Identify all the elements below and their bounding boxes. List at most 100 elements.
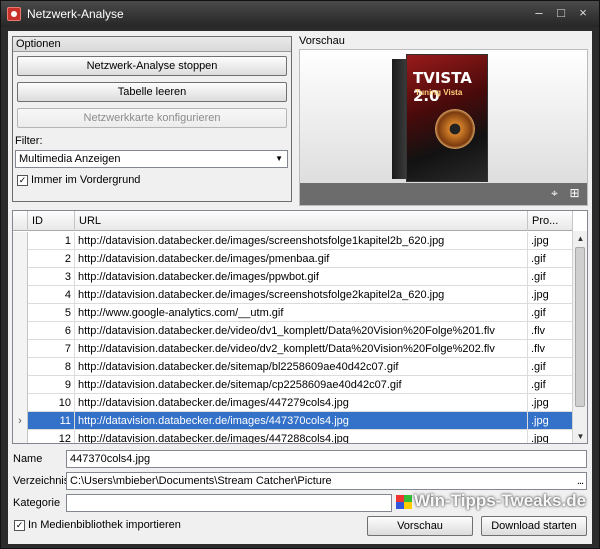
pro-cell: .jpg [531, 397, 549, 409]
title-bar[interactable]: Netzwerk-Analyse – □ × [1, 1, 599, 27]
pro-cell: .flv [531, 325, 546, 337]
directory-label: Verzeichnis [13, 475, 70, 487]
download-start-button[interactable]: Download starten [481, 516, 587, 536]
product-subtitle: Tuning Vista [415, 88, 463, 97]
row-header-cell[interactable] [13, 304, 28, 322]
disc-graphic [435, 109, 475, 149]
scrollbar-thumb[interactable] [575, 247, 585, 407]
table-row[interactable]: 3 http://datavision.databecker.de/images/… [13, 268, 573, 286]
name-label: Name [13, 453, 43, 465]
table-row[interactable]: 1 http://datavision.databecker.de/images/… [13, 232, 573, 250]
window-controls: – □ × [531, 6, 591, 22]
row-header-cell[interactable] [13, 268, 28, 286]
id-cell: 4 [28, 286, 75, 304]
close-icon[interactable]: × [575, 6, 591, 22]
url-table: ID URL Pro... 1 http://datavision.databec… [12, 210, 588, 444]
filter-select-value: Multimedia Anzeigen [19, 153, 121, 165]
configure-network-card-button[interactable]: Netzwerkkarte konfigurieren [17, 108, 287, 128]
row-header-cell[interactable] [13, 358, 28, 376]
window-title: Netzwerk-Analyse [27, 7, 124, 21]
table-row[interactable]: 8 http://datavision.databecker.de/sitemap… [13, 358, 573, 376]
row-header-column [13, 211, 28, 231]
row-header-cell[interactable] [13, 394, 28, 412]
table-header: ID URL Pro... [13, 211, 573, 231]
table-row[interactable]: 2 http://datavision.databecker.de/images/… [13, 250, 573, 268]
url-cell: http://datavision.databecker.de/video/dv… [75, 340, 528, 358]
table-row[interactable]: 12 http://datavision.databecker.de/images… [13, 430, 573, 444]
category-label: Kategorie [13, 497, 61, 509]
preview-button[interactable]: Vorschau [367, 516, 473, 536]
table-row[interactable]: › 11 http://datavision.databecker.de/image… [13, 412, 573, 430]
pro-cell: .gif [531, 271, 546, 283]
import-library-label: In Medienbibliothek importieren [28, 519, 181, 531]
pro-cell: .flv [531, 343, 546, 355]
id-cell: 1 [28, 232, 75, 250]
options-group: Optionen Netzwerk-Analyse stoppen Tabell… [12, 36, 292, 202]
watermark: Win-Tipps-Tweaks.de [414, 491, 587, 510]
table-row[interactable]: 9 http://datavision.databecker.de/sitemap… [13, 376, 573, 394]
table-body: 1 http://datavision.databecker.de/images/… [13, 232, 573, 444]
preview-label: Vorschau [299, 35, 345, 47]
pro-cell: .gif [531, 307, 546, 319]
app-window: Netzwerk-Analyse – □ × Optionen Netzwerk… [0, 0, 600, 549]
id-cell: 3 [28, 268, 75, 286]
pro-cell: .gif [531, 361, 546, 373]
row-header-cell[interactable] [13, 430, 28, 443]
app-icon [7, 7, 21, 21]
product-box-image: TVISTA 2.0 Tuning Vista [392, 54, 492, 182]
name-field[interactable]: 447370cols4.jpg [66, 450, 587, 468]
url-cell: http://datavision.databecker.de/video/dv… [75, 322, 528, 340]
options-header: Optionen [13, 37, 291, 52]
name-field-value: 447370cols4.jpg [70, 453, 151, 465]
clear-table-button[interactable]: Tabelle leeren [17, 82, 287, 102]
pro-cell: .gif [531, 379, 546, 391]
id-cell: 9 [28, 376, 75, 394]
url-cell: http://datavision.databecker.de/images/p… [75, 250, 528, 268]
product-box-front: TVISTA 2.0 Tuning Vista [406, 54, 488, 182]
table-row[interactable]: 10 http://datavision.databecker.de/images… [13, 394, 573, 412]
url-cell: http://datavision.databecker.de/sitemap/… [75, 376, 528, 394]
row-header-cell[interactable] [13, 250, 28, 268]
id-cell: 10 [28, 394, 75, 412]
table-row[interactable]: 7 http://datavision.databecker.de/video/d… [13, 340, 573, 358]
fit-to-window-icon[interactable]: ⌖ [548, 187, 561, 200]
table-row[interactable]: 4 http://datavision.databecker.de/images/… [13, 286, 573, 304]
directory-field-value: C:\Users\mbieber\Documents\Stream Catche… [70, 475, 332, 487]
stop-analysis-button[interactable]: Netzwerk-Analyse stoppen [17, 56, 287, 76]
product-box-side [392, 59, 406, 179]
maximize-icon[interactable]: □ [553, 6, 569, 22]
url-cell: http://datavision.databecker.de/images/p… [75, 268, 528, 286]
row-header-cell[interactable] [13, 376, 28, 394]
column-header-pro[interactable]: Pro... [528, 211, 573, 231]
always-on-top-checkbox[interactable]: ✓ [17, 175, 28, 186]
browse-button[interactable]: ... [577, 473, 584, 489]
row-header-cell[interactable] [13, 286, 28, 304]
filter-label: Filter: [15, 135, 43, 147]
import-library-checkbox[interactable]: ✓ [14, 520, 25, 531]
url-cell: http://www.google-analytics.com/__utm.gi… [75, 304, 528, 322]
pro-cell: .jpg [531, 415, 549, 427]
id-cell: 8 [28, 358, 75, 376]
preview-panel: TVISTA 2.0 Tuning Vista ⌖ ⊞ [299, 49, 588, 206]
row-header-cell[interactable] [13, 340, 28, 358]
vertical-scrollbar[interactable]: ▲ ▼ [572, 231, 587, 443]
filter-select[interactable]: Multimedia Anzeigen ▼ [15, 150, 288, 168]
scroll-up-icon[interactable]: ▲ [573, 231, 587, 246]
minimize-icon[interactable]: – [531, 6, 547, 22]
scroll-down-icon[interactable]: ▼ [573, 429, 587, 443]
column-header-id[interactable]: ID [28, 211, 75, 231]
client-area: Optionen Netzwerk-Analyse stoppen Tabell… [8, 31, 592, 544]
url-cell: http://datavision.databecker.de/images/4… [75, 430, 528, 443]
id-cell: 7 [28, 340, 75, 358]
fullscreen-icon[interactable]: ⊞ [568, 187, 581, 200]
pro-cell: .jpg [531, 433, 549, 444]
row-header-cell[interactable] [13, 232, 28, 250]
row-header-cell[interactable] [13, 322, 28, 340]
table-row[interactable]: 6 http://datavision.databecker.de/video/d… [13, 322, 573, 340]
table-row[interactable]: 5 http://www.google-analytics.com/__utm.g… [13, 304, 573, 322]
row-header-cell[interactable]: › [13, 412, 28, 430]
column-header-url[interactable]: URL [75, 211, 528, 231]
url-cell: http://datavision.databecker.de/sitemap/… [75, 358, 528, 376]
category-field[interactable] [66, 494, 392, 512]
windows-logo-icon [396, 495, 412, 509]
